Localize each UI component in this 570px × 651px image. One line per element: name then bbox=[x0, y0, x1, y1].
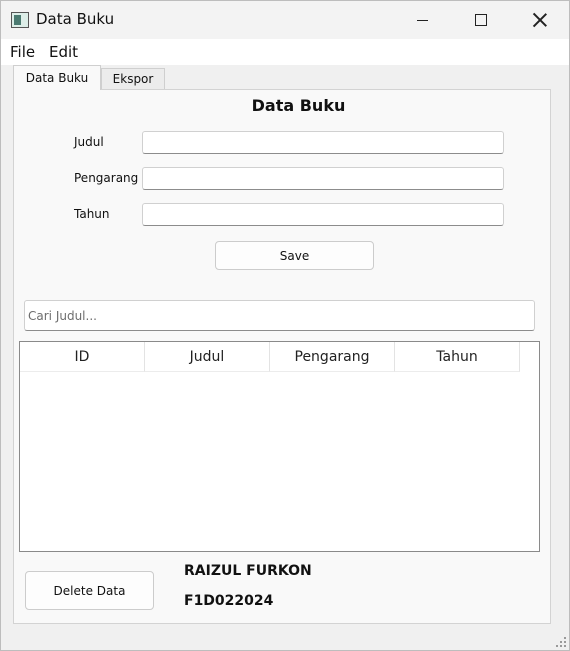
app-window-icon bbox=[11, 12, 29, 28]
judul-label: Judul bbox=[74, 135, 104, 149]
close-button[interactable] bbox=[511, 1, 569, 39]
minimize-button[interactable] bbox=[393, 1, 451, 39]
column-header-tahun[interactable]: Tahun bbox=[395, 342, 520, 372]
column-header-id[interactable]: ID bbox=[20, 342, 145, 372]
tahun-input[interactable] bbox=[142, 203, 504, 226]
column-header-judul[interactable]: Judul bbox=[145, 342, 270, 372]
pengarang-label: Pengarang bbox=[74, 171, 139, 185]
resize-grip-icon[interactable] bbox=[556, 637, 566, 647]
pengarang-input[interactable] bbox=[142, 167, 504, 190]
title-bar: Data Buku bbox=[1, 1, 569, 39]
tab-data-buku[interactable]: Data Buku bbox=[13, 65, 101, 90]
tab-ekspor[interactable]: Ekspor bbox=[101, 68, 165, 89]
table-header: ID Judul Pengarang Tahun bbox=[20, 342, 520, 372]
author-id: F1D022024 bbox=[184, 593, 274, 609]
delete-data-button[interactable]: Delete Data bbox=[25, 571, 154, 610]
judul-input[interactable] bbox=[142, 131, 504, 154]
column-header-pengarang[interactable]: Pengarang bbox=[270, 342, 395, 372]
save-button[interactable]: Save bbox=[215, 241, 374, 270]
author-name: RAIZUL FURKON bbox=[184, 563, 312, 579]
form-heading: Data Buku bbox=[251, 96, 346, 115]
app-window: Data Buku File Edit Data Buku Ekspor Dat… bbox=[0, 0, 570, 651]
search-input[interactable] bbox=[24, 300, 535, 331]
menu-file[interactable]: File bbox=[10, 43, 35, 61]
maximize-icon bbox=[475, 14, 487, 26]
tahun-label: Tahun bbox=[74, 207, 110, 221]
close-icon bbox=[533, 13, 547, 27]
menu-edit[interactable]: Edit bbox=[49, 43, 78, 61]
books-table[interactable]: ID Judul Pengarang Tahun bbox=[19, 341, 540, 552]
menu-bar: File Edit bbox=[1, 39, 569, 65]
maximize-button[interactable] bbox=[452, 1, 510, 39]
window-title: Data Buku bbox=[36, 10, 115, 28]
minimize-icon bbox=[416, 19, 428, 21]
